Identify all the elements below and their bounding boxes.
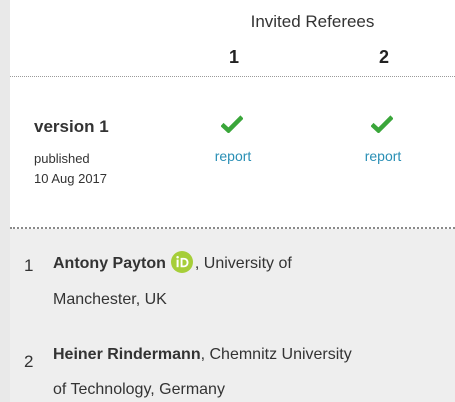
- referee-column-2-header: 2: [378, 47, 389, 67]
- referee-affiliation-cont: Manchester, UK: [53, 291, 167, 308]
- referee-list: 1 Antony Payton , University of Manchest…: [10, 229, 455, 402]
- orcid-icon[interactable]: [170, 251, 193, 273]
- header-divider: [10, 76, 455, 77]
- version-label: version 1: [34, 117, 109, 136]
- referee-number: 1: [24, 256, 34, 275]
- referee-name[interactable]: Antony Payton: [53, 255, 166, 272]
- referee-number: 2: [24, 352, 34, 371]
- approved-check-icon: [221, 115, 243, 133]
- version-meta: published 10 Aug 2017: [34, 149, 107, 189]
- referee-column-1-header: 1: [228, 47, 239, 67]
- referee-2-report-link[interactable]: report: [343, 148, 423, 164]
- referee-affiliation: , University of: [194, 255, 292, 272]
- referee-1-report-link[interactable]: report: [193, 148, 273, 164]
- referee-affiliation: , Chemnitz University: [200, 346, 352, 363]
- version-date: 10 Aug 2017: [34, 171, 108, 186]
- approved-check-icon: [371, 115, 393, 133]
- referee-name[interactable]: Heiner Rindermann: [53, 346, 201, 363]
- referee-affiliation-cont: of Technology, Germany: [53, 381, 225, 398]
- invited-referees-heading: Invited Referees: [250, 12, 375, 31]
- version-status: published: [34, 151, 90, 166]
- referee-status-panel: Invited Referees 1 2 version 1 published…: [0, 0, 455, 402]
